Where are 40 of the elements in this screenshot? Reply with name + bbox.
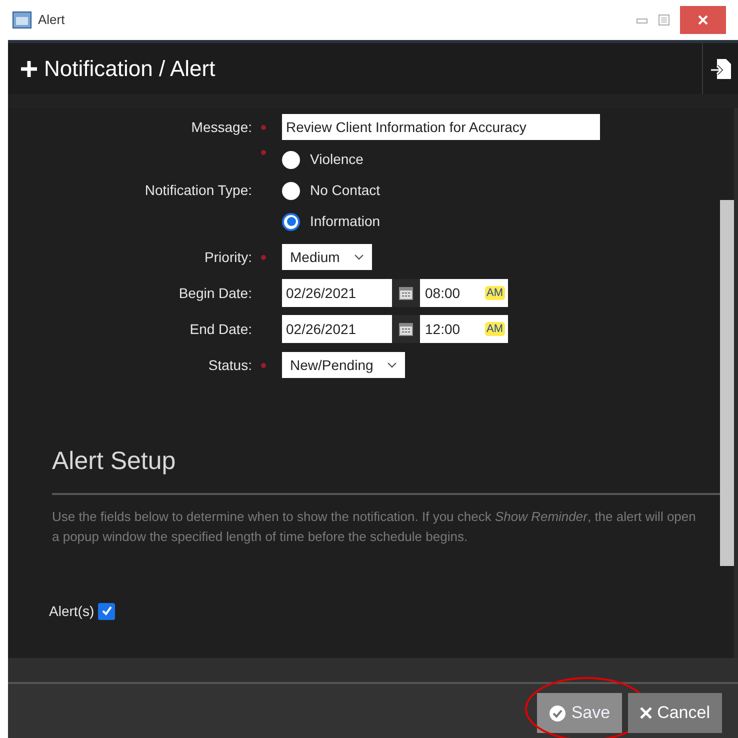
plus-icon <box>20 60 38 78</box>
alerts-checkbox[interactable] <box>98 602 116 620</box>
document-arrow-icon <box>710 56 732 80</box>
radio-option[interactable]: Violence <box>282 144 380 175</box>
close-icon <box>698 15 708 25</box>
field-label: Notification Type: <box>144 181 252 200</box>
calendar-button[interactable] <box>392 279 420 307</box>
am-toggle[interactable]: AM <box>484 322 505 336</box>
dropdown[interactable]: Medium <box>282 244 372 270</box>
close-button[interactable] <box>680 6 726 34</box>
checkbox-label: Alert(s) <box>49 602 94 621</box>
checkmark-circle-icon <box>549 704 566 722</box>
chevron-down-icon <box>387 362 398 368</box>
field-label: Begin Date: <box>178 284 252 303</box>
checkmark-icon <box>100 605 113 617</box>
scrollbar-thumb[interactable] <box>720 200 734 566</box>
header-title: Notification / Alert <box>44 55 216 83</box>
calendar-button[interactable] <box>392 315 420 343</box>
cancel-button[interactable]: Cancel <box>628 693 722 733</box>
close-icon <box>640 707 652 719</box>
field-label: Status: <box>207 356 252 374</box>
time-input[interactable]: 08:00 AM <box>420 279 508 307</box>
am-toggle[interactable]: AM <box>484 286 505 300</box>
date-input[interactable]: 02/26/2021 <box>282 279 392 307</box>
time-input[interactable]: 12:00 AM <box>420 315 508 343</box>
section-title: Alert Setup <box>52 446 177 477</box>
window-icon <box>12 11 32 29</box>
chevron-down-icon <box>354 254 364 260</box>
section-description: Use the fields below to determine when to show the notification. If you check Show Reminder, the alert will open a popup window the specified length of time before the schedule begins. <box>52 508 697 546</box>
calendar-icon <box>398 285 414 301</box>
field-label: Priority: <box>204 248 252 267</box>
window-title: Alert <box>38 11 65 30</box>
radio-option[interactable]: No Contact <box>282 175 380 206</box>
radio-option[interactable]: Information <box>282 206 380 237</box>
message-input[interactable]: Review Client Information for Accuracy <box>282 114 600 140</box>
dropdown[interactable]: New/Pending <box>282 352 406 378</box>
field-label: End Date: <box>188 320 252 338</box>
field-label: Message: <box>190 118 252 137</box>
date-input[interactable]: 02/26/2021 <box>282 315 392 343</box>
calendar-icon <box>398 321 414 337</box>
